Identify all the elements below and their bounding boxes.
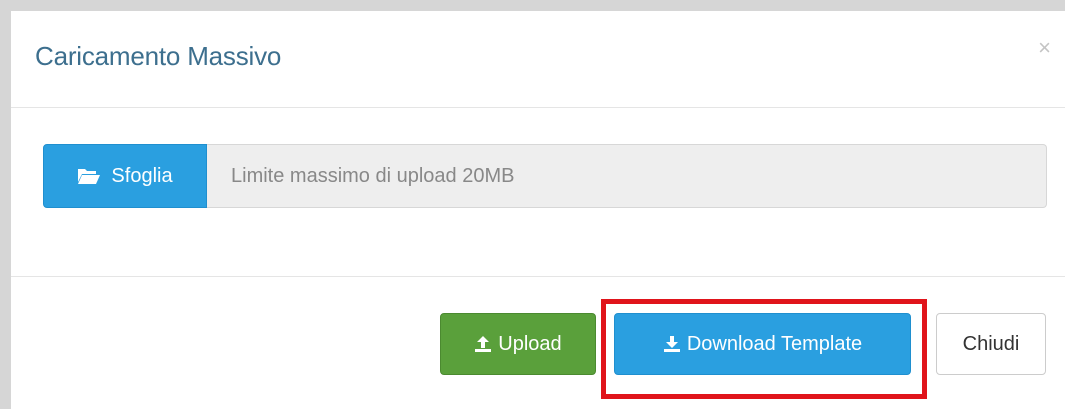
- folder-open-icon: [77, 167, 101, 185]
- file-field-placeholder: Limite massimo di upload 20MB: [231, 164, 515, 187]
- browse-button-label: Sfoglia: [111, 164, 173, 187]
- download-template-button[interactable]: Download Template: [614, 313, 911, 375]
- close-button-label: Chiudi: [962, 332, 1020, 355]
- file-input-group: Sfoglia Limite massimo di upload 20MB: [43, 144, 1047, 208]
- upload-button-label: Upload: [498, 332, 562, 355]
- dialog-body: Sfoglia Limite massimo di upload 20MB: [11, 108, 1065, 277]
- download-icon: [663, 335, 681, 353]
- upload-button[interactable]: Upload: [440, 313, 596, 375]
- dialog-header: Caricamento Massivo ×: [11, 11, 1065, 108]
- download-template-label: Download Template: [686, 332, 863, 355]
- close-button[interactable]: Chiudi: [936, 313, 1046, 375]
- browse-button[interactable]: Sfoglia: [43, 144, 207, 208]
- close-icon[interactable]: ×: [1038, 35, 1051, 61]
- bulk-upload-dialog: Caricamento Massivo × Sfoglia Limite mas…: [11, 11, 1065, 409]
- dialog-title: Caricamento Massivo: [35, 41, 282, 71]
- upload-icon: [474, 335, 492, 353]
- dialog-footer: Upload Download Template Chiudi: [11, 277, 1065, 409]
- file-name-field[interactable]: Limite massimo di upload 20MB: [207, 144, 1047, 208]
